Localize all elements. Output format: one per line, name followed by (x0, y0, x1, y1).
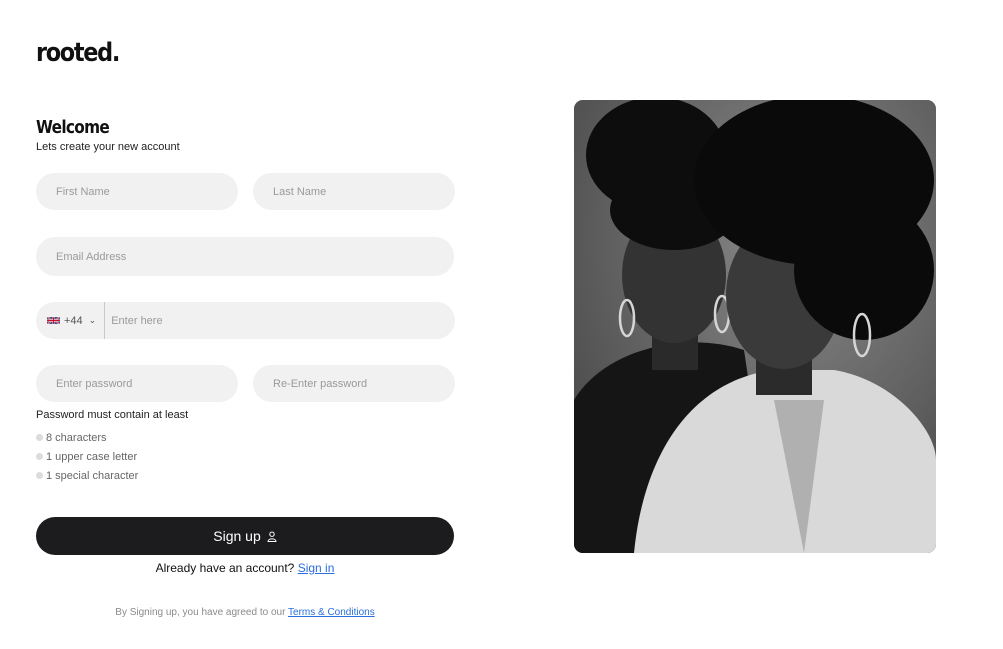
page-subtitle: Lets create your new account (36, 141, 180, 153)
password-rules-title: Password must contain at least (36, 409, 189, 421)
first-name-field[interactable] (36, 173, 238, 210)
bullet-icon (36, 453, 43, 460)
uk-flag-icon (47, 316, 60, 325)
terms-line: By Signing up, you have agreed to our Te… (36, 607, 454, 618)
email-field[interactable] (36, 237, 454, 276)
phone-input[interactable] (105, 314, 455, 327)
list-item: 1 upper case letter (36, 447, 138, 466)
password-rules-list: 8 characters 1 upper case letter 1 speci… (36, 428, 138, 485)
phone-field[interactable]: +44 ⌄ (36, 302, 455, 339)
rule-text: 1 upper case letter (46, 450, 138, 463)
last-name-field[interactable] (253, 173, 455, 210)
chevron-down-icon: ⌄ (88, 315, 97, 325)
sign-up-label: Sign up (213, 528, 261, 544)
country-code-select[interactable]: +44 ⌄ (47, 302, 106, 339)
reenter-password-field[interactable] (253, 365, 455, 402)
last-name-input[interactable] (273, 185, 455, 198)
list-item: 1 special character (36, 466, 138, 485)
country-code: +44 (64, 314, 83, 327)
password-field[interactable] (36, 365, 238, 402)
terms-prefix: By Signing up, you have agreed to our (115, 607, 286, 618)
signin-prompt: Already have an account? (155, 561, 295, 575)
page-title: Welcome (36, 117, 110, 138)
brand-logo: rooted. (36, 38, 120, 68)
hero-photo (574, 100, 936, 553)
bullet-icon (36, 434, 43, 441)
sign-in-link[interactable]: Sign in (298, 561, 335, 575)
rule-text: 8 characters (46, 431, 107, 444)
reenter-password-input[interactable] (273, 377, 455, 390)
list-item: 8 characters (36, 428, 138, 447)
password-input[interactable] (56, 377, 238, 390)
first-name-input[interactable] (56, 185, 238, 198)
bullet-icon (36, 472, 43, 479)
signin-prompt-line: Already have an account? Sign in (36, 561, 454, 575)
rule-text: 1 special character (46, 469, 139, 482)
terms-link[interactable]: Terms & Conditions (288, 607, 375, 618)
user-icon (267, 531, 277, 542)
sign-up-button[interactable]: Sign up (36, 517, 454, 555)
email-input[interactable] (56, 250, 454, 263)
